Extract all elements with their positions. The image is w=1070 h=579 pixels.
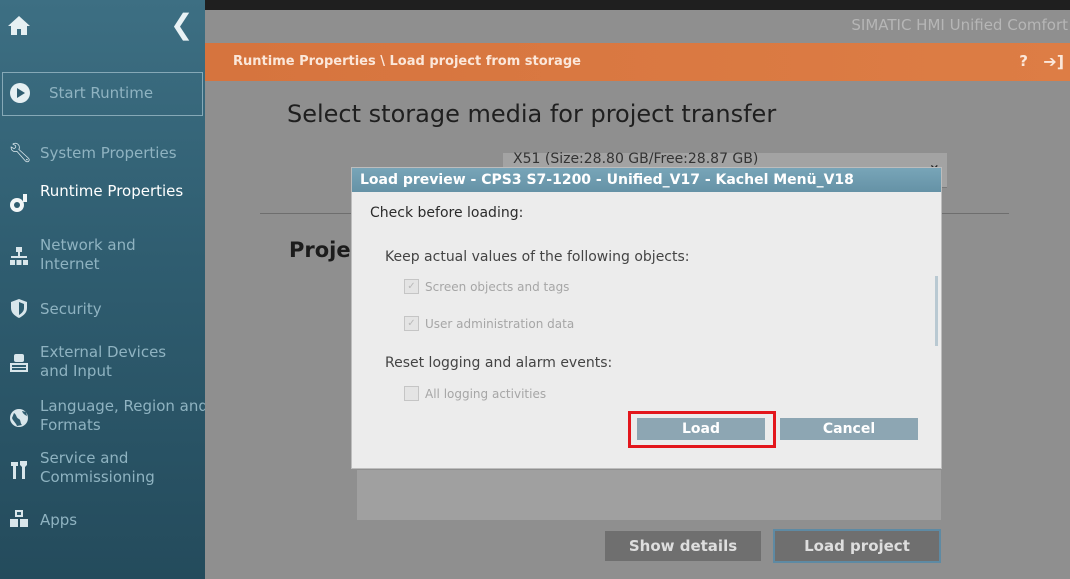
dialog-scrollbar[interactable] <box>935 276 938 346</box>
checkbox-label: User administration data <box>425 317 575 331</box>
sidebar-item-label: Start Runtime <box>49 84 154 102</box>
background-panel <box>357 470 941 520</box>
storage-media-value: X51 (Size:28.80 GB/Free:28.87 GB) <box>513 151 759 167</box>
show-details-button[interactable]: Show details <box>605 531 761 561</box>
sidebar-item-external-devices[interactable]: External Devices and Input <box>0 343 205 383</box>
sidebar-item-label: Service and Commissioning <box>40 449 155 486</box>
checkbox-label: All logging activities <box>425 387 547 401</box>
keep-values-heading: Keep actual values of the following obje… <box>385 249 690 265</box>
runtime-gear-icon <box>10 194 27 212</box>
checkbox-user-admin[interactable]: ✓ User administration data <box>404 316 575 332</box>
checkbox-checked-icon[interactable]: ✓ <box>404 279 419 294</box>
globe-icon <box>10 409 28 427</box>
wrench-icon: 🔧︎ <box>8 142 33 164</box>
network-icon <box>10 247 28 265</box>
chevron-left-icon[interactable]: ❮ <box>170 11 193 39</box>
load-button-highlight <box>628 411 776 448</box>
sidebar-item-system-properties[interactable]: 🔧︎ System Properties <box>0 141 205 167</box>
checkbox-unchecked-icon[interactable] <box>404 386 419 401</box>
apps-icon <box>10 510 28 527</box>
shield-icon <box>11 299 27 318</box>
sidebar-item-runtime-properties[interactable]: Runtime Properties <box>0 182 205 222</box>
dialog-title: Load preview - CPS3 S7-1200 - Unified_V1… <box>352 168 941 192</box>
reset-logging-heading: Reset logging and alarm events: <box>385 355 613 371</box>
dialog-subtitle: Check before loading: <box>370 205 524 221</box>
sidebar: ❮ Start Runtime 🔧︎ System Properties Run… <box>0 0 208 579</box>
sidebar-item-language[interactable]: Language, Region and Formats <box>0 397 208 437</box>
sidebar-item-network[interactable]: Network and Internet <box>0 236 205 276</box>
sidebar-item-security[interactable]: Security <box>0 297 205 323</box>
checkbox-label: Screen objects and tags <box>425 280 570 294</box>
product-title: SIMATIC HMI Unified Comfort <box>851 16 1068 34</box>
sidebar-item-label: External Devices and Input <box>40 343 167 380</box>
load-project-button[interactable]: Load project <box>773 529 941 563</box>
sidebar-item-start-runtime[interactable]: Start Runtime <box>2 72 203 116</box>
cancel-button[interactable]: Cancel <box>780 418 918 440</box>
sidebar-item-label: Apps <box>40 511 78 529</box>
keyboard-icon <box>10 354 28 372</box>
sidebar-item-label: Security <box>40 300 102 318</box>
sidebar-item-service[interactable]: Service and Commissioning <box>0 449 205 489</box>
sidebar-item-label: Runtime Properties <box>40 182 184 200</box>
tools-icon <box>11 461 27 479</box>
play-circle-icon <box>10 83 30 103</box>
checkbox-logging[interactable]: All logging activities <box>404 386 547 402</box>
section-heading: Proje <box>289 238 351 262</box>
sidebar-item-label: System Properties <box>40 144 177 162</box>
checkbox-screen-objects[interactable]: ✓ Screen objects and tags <box>404 279 570 295</box>
help-button[interactable]: ? <box>1019 52 1028 70</box>
checkbox-checked-icon[interactable]: ✓ <box>404 316 419 331</box>
page-title: Select storage media for project transfe… <box>287 100 777 128</box>
load-preview-dialog: Load preview - CPS3 S7-1200 - Unified_V1… <box>352 168 941 468</box>
home-icon[interactable] <box>6 14 32 36</box>
breadcrumb: Runtime Properties \ Load project from s… <box>233 54 581 69</box>
logout-icon[interactable]: ➔] <box>1043 52 1064 71</box>
sidebar-item-label: Network and Internet <box>40 236 136 273</box>
sidebar-item-label: Language, Region and Formats <box>40 397 208 434</box>
header-bar: Runtime Properties \ Load project from s… <box>205 43 1070 81</box>
sidebar-item-apps[interactable]: Apps <box>0 508 205 534</box>
hmi-screen: ❮ Start Runtime 🔧︎ System Properties Run… <box>0 0 1070 579</box>
